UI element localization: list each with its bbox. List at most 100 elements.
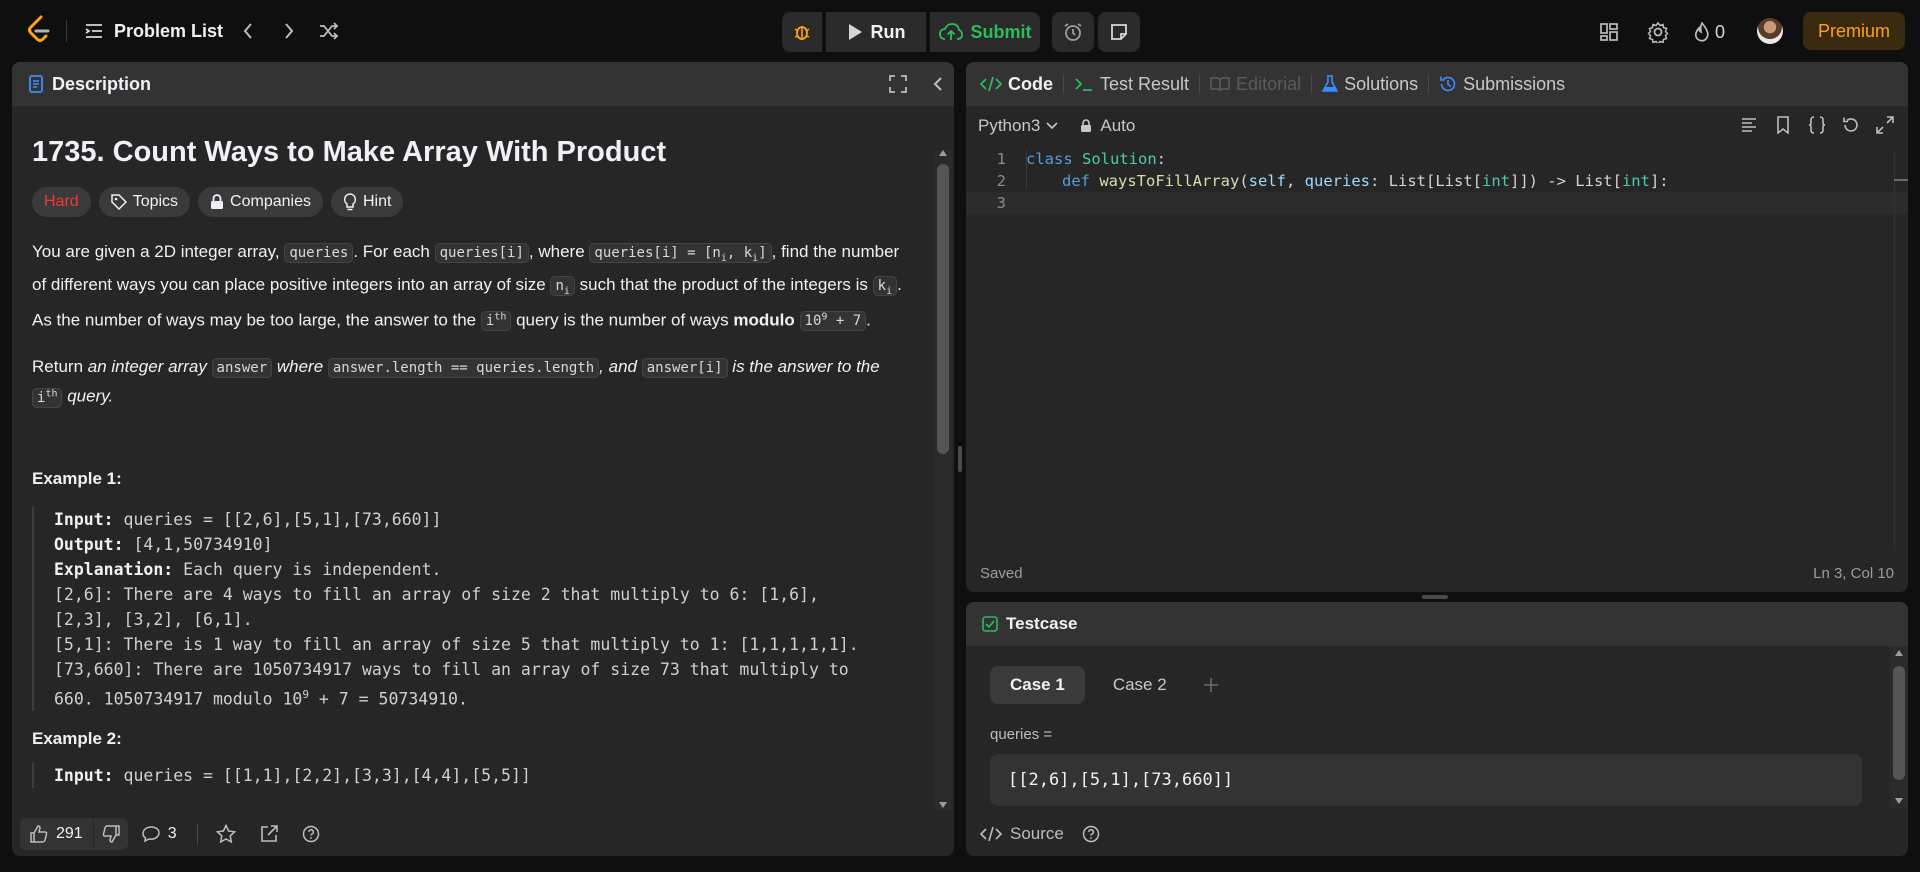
reset-button[interactable]	[1842, 116, 1860, 134]
chevron-down-icon	[1046, 122, 1058, 130]
tab-submissions[interactable]: Submissions	[1439, 62, 1565, 106]
chevron-left-icon	[933, 77, 942, 91]
tag-row: Hard Topics Companies Hint	[32, 187, 922, 217]
auto-mode[interactable]: Auto	[1080, 116, 1135, 136]
layout-button[interactable]	[1596, 20, 1622, 44]
layout-grid-icon	[1600, 23, 1618, 41]
description-scrollbar[interactable]	[934, 150, 952, 810]
code-editor[interactable]: 1 class Solution: 2 def waysToFillArray(…	[966, 146, 1908, 550]
comment-icon	[141, 826, 160, 843]
queries-input[interactable]: [[2,6],[5,1],[73,660]]	[990, 754, 1862, 806]
plus-icon	[1203, 678, 1218, 692]
premium-label: Premium	[1817, 20, 1890, 41]
like-count: 291	[56, 825, 83, 842]
expand-button[interactable]	[1876, 116, 1894, 134]
prev-problem-button[interactable]	[234, 18, 262, 44]
queries-label: queries =	[990, 726, 1053, 743]
run-button[interactable]: Run	[826, 12, 926, 52]
debug-button[interactable]	[782, 12, 822, 52]
problem-statement: You are given a 2D integer array, querie…	[32, 242, 902, 332]
lock-icon	[211, 194, 224, 209]
tab-test-result[interactable]: Test Result	[1074, 62, 1189, 106]
tab-testcase[interactable]: Testcase	[982, 614, 1078, 634]
testcase-panel: Testcase Case 1 Case 2 queries = [[2,6],…	[966, 602, 1908, 856]
braces-button[interactable]	[1808, 116, 1826, 134]
note-icon	[1111, 24, 1127, 40]
tag-icon	[110, 194, 127, 210]
question-circle-icon	[1082, 825, 1100, 843]
case-1-tab[interactable]: Case 1	[990, 666, 1085, 704]
help-button[interactable]	[302, 825, 320, 843]
flask-icon	[1322, 75, 1339, 92]
submit-button[interactable]: Submit	[930, 12, 1040, 52]
share-button[interactable]	[260, 825, 278, 843]
lock-icon	[1081, 119, 1092, 132]
bookmark-icon	[1777, 116, 1789, 134]
checkbox-icon	[982, 616, 998, 632]
fire-icon	[1694, 22, 1709, 42]
thumbs-up-icon	[30, 825, 48, 843]
leetcode-logo-icon[interactable]	[26, 15, 52, 45]
thumbs-down-icon	[102, 825, 120, 843]
example-1-title: Example 1:	[32, 468, 122, 488]
play-icon	[848, 24, 862, 40]
list-icon	[85, 24, 102, 38]
next-problem-button[interactable]	[275, 18, 303, 44]
return-statement: Return an integer array answer where ans…	[32, 357, 880, 408]
description-footer: 291 3	[12, 812, 954, 856]
case-2-tab[interactable]: Case 2	[1093, 666, 1187, 704]
notes-button[interactable]	[1098, 12, 1140, 52]
chevron-left-icon	[243, 23, 252, 39]
tab-code[interactable]: Code	[980, 62, 1053, 106]
topics-tag[interactable]: Topics	[98, 187, 191, 217]
like-button[interactable]: 291	[20, 825, 93, 843]
top-bar: Problem List Run Submit 0 Premium	[0, 0, 1920, 62]
horizontal-resize-handle[interactable]	[958, 446, 962, 472]
streak-count: 0	[1715, 21, 1726, 42]
star-icon	[215, 824, 236, 844]
save-status: Saved	[980, 564, 1023, 582]
vote-group: 291	[20, 818, 128, 850]
timer-button[interactable]	[1052, 12, 1094, 52]
bookmark-button[interactable]	[1774, 116, 1792, 134]
premium-button[interactable]: Premium	[1803, 12, 1905, 50]
comments-button[interactable]: 3	[141, 825, 177, 843]
favorite-button[interactable]	[215, 824, 236, 844]
code-line: 3	[966, 192, 1908, 214]
problem-list-button[interactable]: Problem List	[84, 18, 223, 44]
submit-label: Submit	[970, 21, 1032, 42]
code-icon	[980, 826, 1002, 842]
comment-count: 3	[167, 825, 177, 842]
description-panel: Description 1735. Count Ways to Make Arr…	[12, 62, 954, 856]
cloud-upload-icon	[938, 23, 963, 40]
hint-tag[interactable]: Hint	[330, 187, 404, 217]
book-icon	[1210, 77, 1230, 92]
undo-icon	[1843, 117, 1858, 132]
collapse-button[interactable]	[928, 74, 948, 94]
settings-button[interactable]	[1645, 20, 1671, 44]
format-button[interactable]	[1740, 116, 1758, 134]
testcase-scrollbar[interactable]	[1890, 646, 1908, 808]
random-problem-button[interactable]	[315, 18, 343, 44]
lightbulb-icon	[343, 193, 357, 211]
chevron-right-icon	[285, 23, 294, 39]
add-case-button[interactable]	[1199, 673, 1223, 697]
scrollbar-thumb[interactable]	[937, 164, 949, 454]
streak-counter[interactable]: 0	[1693, 20, 1725, 44]
code-toolbar: Python3 Auto	[966, 106, 1908, 146]
expand-icon	[1876, 116, 1894, 134]
difficulty-badge: Hard	[32, 187, 91, 217]
source-button[interactable]: Source	[980, 812, 1100, 856]
scrollbar-thumb[interactable]	[1893, 666, 1905, 780]
case-tabs: Case 1 Case 2	[990, 666, 1223, 704]
tab-solutions[interactable]: Solutions	[1322, 62, 1418, 106]
braces-icon	[1808, 116, 1826, 134]
tab-editorial[interactable]: Editorial	[1210, 62, 1301, 106]
run-label: Run	[870, 21, 906, 42]
language-select[interactable]: Python3	[978, 116, 1058, 136]
dislike-button[interactable]	[94, 825, 128, 843]
companies-tag[interactable]: Companies	[198, 187, 323, 217]
vertical-resize-handle[interactable]	[1422, 595, 1448, 599]
avatar[interactable]	[1757, 18, 1783, 44]
example-1-block: Input: queries = [[2,6],[5,1],[73,660]] O…	[32, 506, 912, 712]
